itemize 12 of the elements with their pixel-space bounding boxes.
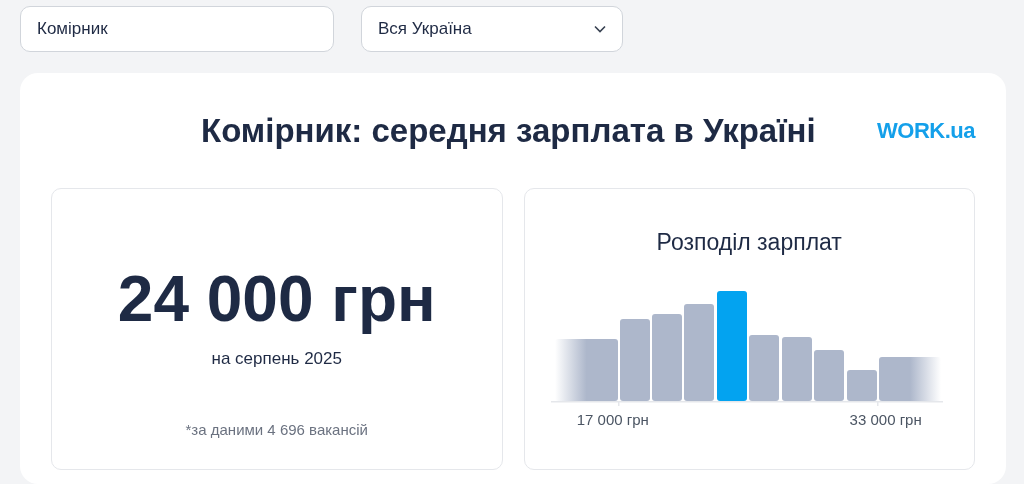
chevron-icon [594, 25, 606, 33]
distribution-title: Розподіл зарплат [656, 229, 842, 256]
report-title: Комірник: середня зарплата в Україні [201, 112, 816, 150]
salary-period: на серпень 2025 [211, 349, 342, 369]
logo: WORK.ua [877, 118, 975, 144]
search-field[interactable]: Комірник [20, 6, 334, 52]
histogram-bar [814, 350, 845, 401]
axis-label: 33 000 грн [849, 411, 922, 428]
region-select[interactable]: Вся Україна [361, 6, 623, 52]
data-source-note: *за даними 4 696 вакансій [185, 421, 368, 438]
histogram-bar [782, 337, 813, 401]
axis-label: 17 000 грн [576, 411, 649, 428]
